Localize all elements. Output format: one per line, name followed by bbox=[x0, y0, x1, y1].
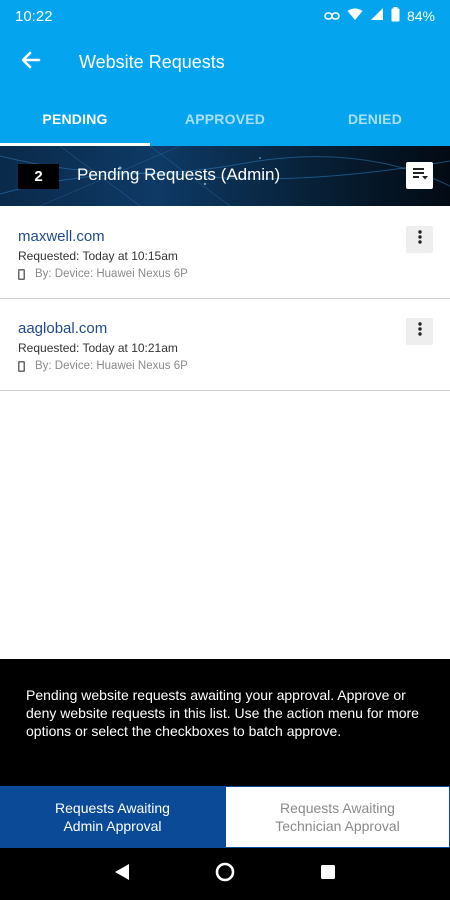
signal-icon bbox=[370, 7, 384, 25]
device-label: By: Device: Huawei Nexus 6P bbox=[35, 268, 188, 280]
tab-admin-approval[interactable]: Requests Awaiting Admin Approval bbox=[0, 786, 225, 848]
request-time: Requested: Today at 10:21am bbox=[18, 341, 178, 355]
status-icons: 84% bbox=[324, 6, 435, 26]
nav-home-button[interactable] bbox=[210, 859, 240, 889]
page-title: Website Requests bbox=[79, 51, 225, 72]
more-vert-icon bbox=[417, 322, 422, 341]
status-time: 10:22 bbox=[15, 7, 53, 25]
pending-banner: 2 Pending Requests (Admin) bbox=[0, 146, 450, 206]
tab-denied[interactable]: DENIED bbox=[300, 92, 450, 146]
app-bar: Website Requests bbox=[0, 32, 450, 92]
request-device: By: Device: Huawei Nexus 6P bbox=[18, 360, 188, 372]
battery-percent: 84% bbox=[406, 8, 435, 24]
tab-bar: PENDING APPROVED DENIED bbox=[0, 92, 450, 146]
info-panel: Pending website requests awaiting your a… bbox=[0, 659, 450, 786]
request-list-item[interactable]: aaglobal.com Requested: Today at 10:21am… bbox=[0, 299, 450, 391]
tab-technician-approval[interactable]: Requests Awaiting Technician Approval bbox=[225, 786, 450, 848]
request-list-item[interactable]: maxwell.com Requested: Today at 10:15am … bbox=[0, 207, 450, 299]
device-label: By: Device: Huawei Nexus 6P bbox=[35, 360, 188, 372]
more-vert-icon bbox=[417, 230, 422, 249]
request-menu-button[interactable] bbox=[406, 226, 433, 253]
nav-back-icon bbox=[114, 863, 130, 886]
status-bar: 10:22 84% bbox=[0, 0, 450, 32]
tab-approved[interactable]: APPROVED bbox=[150, 92, 300, 146]
request-device: By: Device: Huawei Nexus 6P bbox=[18, 268, 188, 280]
nav-recents-icon bbox=[320, 864, 336, 885]
back-arrow-icon bbox=[21, 51, 41, 74]
banner-title: Pending Requests (Admin) bbox=[77, 165, 281, 184]
sort-button[interactable] bbox=[406, 162, 433, 189]
wifi-icon bbox=[347, 8, 363, 25]
link-icon bbox=[324, 8, 340, 25]
request-time: Requested: Today at 10:15am bbox=[18, 249, 178, 263]
nav-home-icon bbox=[215, 862, 235, 887]
nav-back-button[interactable] bbox=[107, 859, 137, 889]
phone-icon bbox=[18, 268, 25, 280]
request-menu-button[interactable] bbox=[406, 318, 433, 345]
tab-pending[interactable]: PENDING bbox=[0, 92, 150, 146]
back-button[interactable] bbox=[0, 32, 62, 92]
tab-technician-approval-label: Requests Awaiting Technician Approval bbox=[275, 800, 400, 834]
sort-list-icon bbox=[412, 166, 428, 185]
request-url[interactable]: maxwell.com bbox=[18, 228, 105, 245]
request-url[interactable]: aaglobal.com bbox=[18, 320, 107, 337]
phone-icon bbox=[18, 360, 25, 372]
tab-admin-approval-label: Requests Awaiting Admin Approval bbox=[55, 800, 170, 834]
info-text: Pending website requests awaiting your a… bbox=[26, 687, 419, 739]
nav-recents-button[interactable] bbox=[313, 859, 343, 889]
system-nav-bar bbox=[0, 848, 450, 900]
battery-icon bbox=[391, 6, 400, 26]
approval-tabs: Requests Awaiting Admin Approval Request… bbox=[0, 786, 450, 848]
pending-count-badge: 2 bbox=[18, 164, 59, 189]
